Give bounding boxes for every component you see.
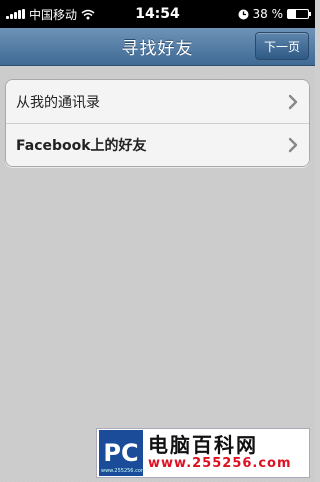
- watermark-logo: PC www.255256.com: [99, 430, 146, 476]
- list-item-contacts[interactable]: 从我的通讯录: [6, 80, 309, 123]
- list-item-facebook[interactable]: Facebook上的好友: [6, 123, 309, 166]
- watermark-logo-subtext: www.255256.com: [101, 468, 146, 474]
- list-item-label: Facebook上的好友: [16, 138, 147, 154]
- status-left: 中国移动: [6, 6, 238, 23]
- clock-icon: [238, 9, 248, 19]
- signal-icon: [6, 9, 25, 19]
- carrier-label: 中国移动: [29, 7, 78, 22]
- battery-percent: 38 %: [252, 7, 284, 21]
- watermark-url: www.255256.com: [148, 456, 292, 471]
- status-right: 38 %: [238, 7, 311, 21]
- status-bar: 中国移动 14:54 38 %: [0, 0, 315, 28]
- site-watermark: PC www.255256.com 电脑百科网 www.255256.com: [96, 428, 310, 478]
- watermark-logo-text: PC: [103, 439, 139, 467]
- chevron-right-icon: [288, 137, 298, 153]
- watermark-text: 电脑百科网 www.255256.com: [143, 434, 309, 472]
- wifi-icon: [81, 9, 95, 19]
- list-item-label: 从我的通讯录: [16, 94, 100, 111]
- watermark-title: 电脑百科网: [148, 433, 258, 457]
- battery-level: [288, 10, 296, 18]
- next-page-button[interactable]: 下一页: [255, 32, 309, 60]
- content-area: 从我的通讯录 Facebook上的好友: [0, 66, 315, 482]
- navigation-bar: 寻找好友 下一页: [0, 28, 315, 66]
- chevron-right-icon: [288, 94, 298, 109]
- page-title: 寻找好友: [121, 39, 194, 59]
- battery-icon: [287, 9, 311, 19]
- friend-source-list: 从我的通讯录 Facebook上的好友: [5, 79, 310, 167]
